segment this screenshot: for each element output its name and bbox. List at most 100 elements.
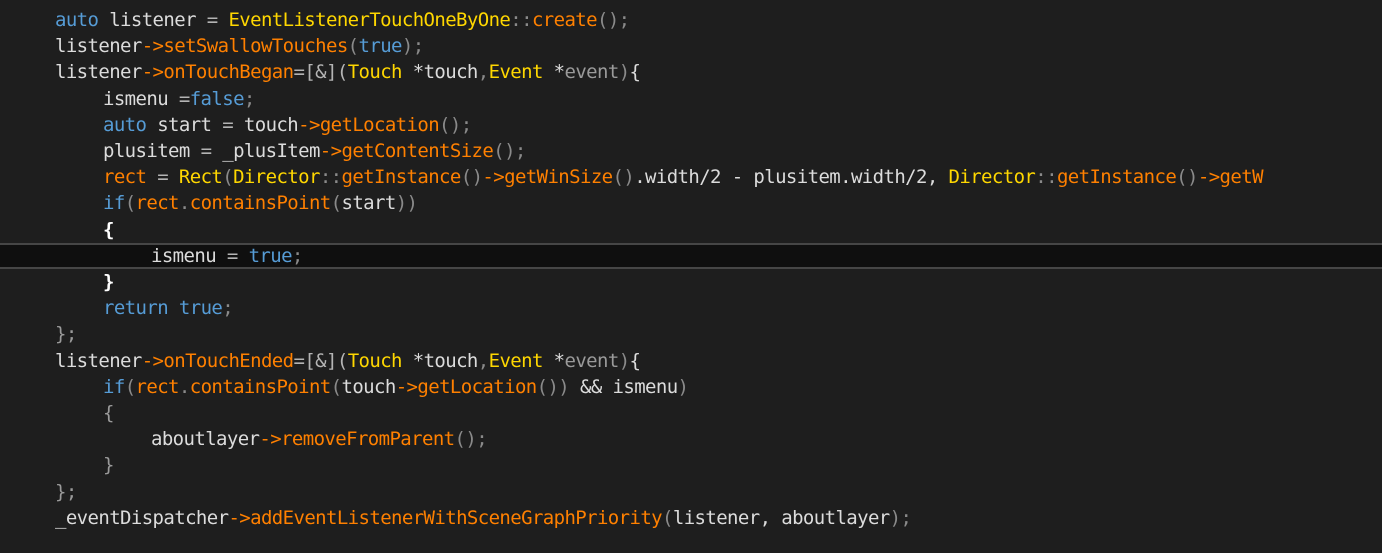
- code-token: ,: [477, 61, 489, 84]
- code-token: event: [564, 349, 620, 372]
- code-token: *touch: [401, 349, 479, 372]
- code-line[interactable]: plusitem = _plusItem->getContentSize();: [0, 138, 1382, 164]
- code-token: ,: [477, 349, 489, 372]
- code-token: (: [124, 375, 136, 398]
- code-token: ->: [395, 375, 418, 398]
- code-line[interactable]: if(rect.containsPoint(start)): [0, 190, 1382, 216]
- code-token: rect: [103, 166, 147, 189]
- code-line[interactable]: return true;: [0, 295, 1382, 321]
- code-token: listener: [55, 349, 142, 372]
- code-line[interactable]: auto start = touch->getLocation();: [0, 112, 1382, 138]
- code-token: {: [103, 402, 114, 424]
- code-token: (): [612, 166, 635, 189]
- code-token: ->: [298, 113, 320, 136]
- code-token: ;: [222, 297, 234, 320]
- code-line[interactable]: }: [0, 452, 1382, 478]
- code-token: ->: [141, 349, 164, 372]
- code-token: (: [330, 375, 342, 398]
- code-token: (): [1176, 166, 1198, 189]
- code-token: }: [103, 454, 114, 477]
- code-token: *touch: [401, 61, 479, 84]
- code-token: containsPoint: [189, 192, 332, 215]
- code-token: _eventDispatcher: [55, 506, 229, 529]
- code-token: *: [542, 61, 565, 84]
- code-token: ();: [493, 140, 526, 162]
- code-token: true: [178, 297, 223, 320]
- code-line[interactable]: listener->setSwallowTouches(true);: [0, 33, 1382, 59]
- code-token: true: [248, 244, 293, 267]
- code-editor[interactable]: auto listener = EventListenerTouchOneByO…: [0, 0, 1382, 553]
- code-token: };: [55, 323, 77, 346]
- code-token: ->: [228, 506, 251, 529]
- code-line[interactable]: ismenu =false;: [0, 86, 1382, 112]
- code-token: =: [226, 244, 238, 267]
- code-token: ();: [454, 428, 488, 451]
- code-token: ->: [259, 428, 282, 451]
- code-token: *: [542, 349, 565, 372]
- code-token: .width/2 - plusitem.width/2,: [634, 166, 949, 189]
- code-token: touch: [233, 113, 299, 136]
- code-token: aboutlayer: [151, 428, 260, 451]
- code-line[interactable]: };: [0, 479, 1382, 505]
- code-token: create: [531, 9, 598, 31]
- code-line[interactable]: aboutlayer->removeFromParent();: [0, 426, 1382, 452]
- code-token: ();: [597, 9, 630, 31]
- code-token: return: [103, 297, 169, 320]
- code-line[interactable]: if(rect.containsPoint(touch->getLocation…: [0, 374, 1382, 400]
- code-line[interactable]: };: [0, 321, 1382, 347]
- code-token: };: [55, 480, 77, 503]
- code-line[interactable]: auto listener = EventListenerTouchOneByO…: [0, 7, 1382, 33]
- code-token: ismenu: [103, 87, 179, 110]
- code-token: Rect: [178, 166, 223, 189]
- code-token: (): [460, 166, 483, 189]
- code-token: rect: [135, 192, 180, 215]
- code-line[interactable]: listener->onTouchEnded=[&](Touch *touch,…: [0, 348, 1382, 374]
- code-token: true: [358, 35, 403, 58]
- code-token: (: [124, 192, 136, 215]
- code-token: ()): [536, 375, 570, 398]
- code-line[interactable]: rect = Rect(Director::getInstance()->get…: [0, 164, 1382, 190]
- code-line[interactable]: _eventDispatcher->addEventListenerWithSc…: [0, 505, 1382, 531]
- code-token: Touch: [347, 61, 403, 84]
- code-token: ->: [319, 140, 342, 162]
- code-line[interactable]: {: [0, 400, 1382, 426]
- code-token: && ismenu: [569, 375, 678, 398]
- code-token: removeFromParent: [281, 428, 455, 451]
- code-token: getW: [1219, 166, 1264, 189]
- code-token: listener: [55, 35, 142, 58]
- code-token: =: [200, 140, 212, 162]
- code-token: (: [222, 166, 234, 189]
- code-token: Event: [488, 349, 544, 372]
- code-line[interactable]: {: [0, 217, 1382, 243]
- code-token: ismenu: [151, 244, 227, 267]
- code-token: Event: [488, 61, 544, 84]
- code-token: getLocation: [417, 375, 537, 398]
- code-line[interactable]: listener->onTouchBegan=[&](Touch *touch,…: [0, 59, 1382, 85]
- code-token: start: [146, 113, 223, 136]
- current-code-line[interactable]: ismenu = true;: [0, 242, 1382, 269]
- code-token: );: [889, 506, 912, 529]
- code-token: ): [618, 61, 630, 84]
- code-token: )): [395, 192, 418, 215]
- code-token: getLocation: [319, 113, 440, 136]
- code-token: getContentSize: [341, 140, 494, 162]
- code-token: setSwallowTouches: [163, 35, 348, 58]
- code-token: touch: [341, 375, 397, 398]
- code-line[interactable]: }: [0, 269, 1382, 295]
- code-token: containsPoint: [189, 375, 332, 398]
- code-token: onTouchBegan: [163, 61, 294, 84]
- code-token: start: [341, 192, 397, 215]
- code-token: auto: [55, 9, 99, 31]
- code-token: =: [222, 113, 234, 136]
- code-token: {: [629, 61, 641, 84]
- code-token: Director: [233, 166, 320, 189]
- code-token: getWinSize: [504, 166, 613, 189]
- code-token: rect: [135, 375, 180, 398]
- code-token: if: [103, 375, 125, 398]
- code-token: onTouchEnded: [163, 349, 294, 372]
- code-token: {: [629, 349, 641, 372]
